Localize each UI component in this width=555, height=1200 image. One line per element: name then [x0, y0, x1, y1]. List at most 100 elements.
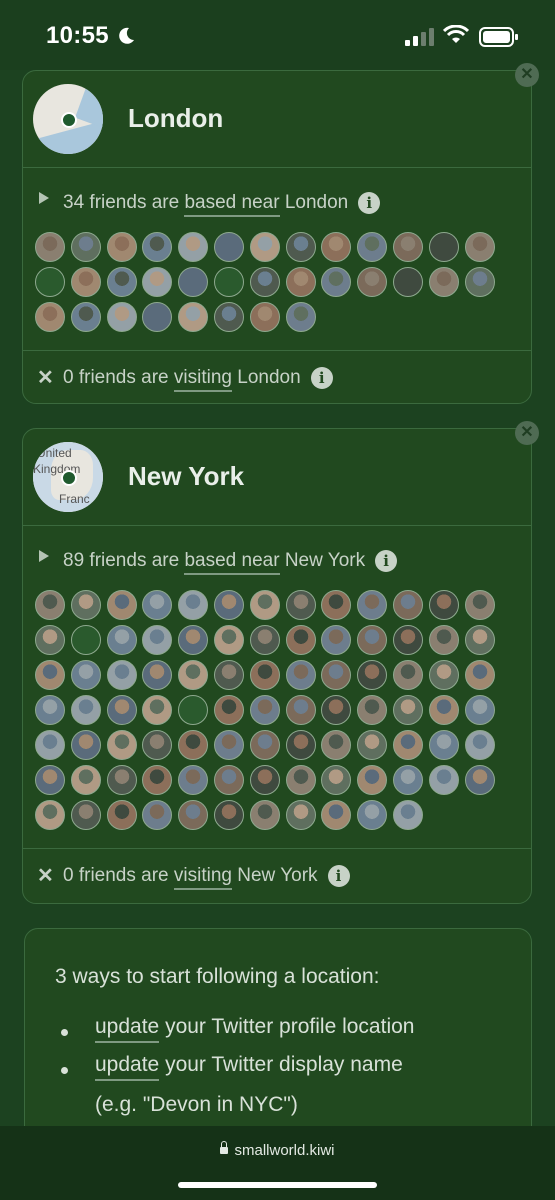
- friend-avatar[interactable]: [70, 267, 101, 297]
- friend-avatar[interactable]: [35, 800, 65, 830]
- friend-avatar[interactable]: [428, 660, 459, 690]
- friend-avatar[interactable]: [249, 302, 280, 332]
- friend-avatar[interactable]: [321, 232, 352, 262]
- friend-avatar[interactable]: [106, 695, 137, 725]
- friend-avatar[interactable]: [249, 765, 280, 795]
- friend-avatar[interactable]: [249, 730, 280, 760]
- friend-avatar[interactable]: [142, 232, 173, 262]
- info-icon[interactable]: i: [310, 367, 333, 389]
- map-thumbnail[interactable]: [33, 84, 103, 154]
- friend-avatar[interactable]: [285, 302, 316, 332]
- friend-avatar[interactable]: [428, 765, 459, 795]
- friend-avatar[interactable]: [70, 695, 101, 725]
- map-thumbnail[interactable]: United Kingdom Franc: [33, 442, 103, 512]
- friend-avatar[interactable]: [213, 625, 244, 655]
- update-link[interactable]: update: [95, 1053, 160, 1081]
- friend-avatar[interactable]: [392, 730, 423, 760]
- friend-avatar[interactable]: [106, 267, 137, 297]
- friend-avatar[interactable]: [142, 625, 173, 655]
- friend-avatar[interactable]: [285, 267, 316, 297]
- friend-avatar[interactable]: [321, 800, 352, 830]
- friend-avatar[interactable]: [464, 590, 495, 620]
- friend-avatar[interactable]: [249, 232, 280, 262]
- friend-avatar[interactable]: [70, 302, 101, 332]
- visiting-row[interactable]: ✕ 0 friends are visiting New York i: [23, 849, 531, 903]
- friend-avatar[interactable]: [464, 625, 495, 655]
- friend-avatar[interactable]: [285, 660, 316, 690]
- friend-avatar[interactable]: [213, 232, 244, 262]
- friend-avatar[interactable]: [428, 267, 459, 297]
- friend-avatar[interactable]: [357, 695, 388, 725]
- friend-avatar[interactable]: [249, 590, 280, 620]
- friend-avatar[interactable]: [285, 765, 316, 795]
- friend-avatar[interactable]: [142, 800, 173, 830]
- friend-avatar[interactable]: [357, 765, 388, 795]
- friend-avatar[interactable]: [70, 232, 101, 262]
- friend-avatar[interactable]: [392, 695, 423, 725]
- friend-avatar[interactable]: [106, 730, 137, 760]
- friend-avatar[interactable]: [35, 590, 65, 620]
- friend-avatar[interactable]: [249, 800, 280, 830]
- friend-avatar[interactable]: [392, 765, 423, 795]
- friend-avatar[interactable]: [357, 800, 388, 830]
- based-near-link[interactable]: based near: [184, 550, 280, 576]
- friend-avatar[interactable]: [178, 267, 209, 297]
- friend-avatar[interactable]: [178, 800, 209, 830]
- friend-avatar[interactable]: [178, 232, 209, 262]
- friend-avatar[interactable]: [464, 660, 495, 690]
- home-indicator[interactable]: [178, 1182, 377, 1188]
- friend-avatar[interactable]: [428, 590, 459, 620]
- friend-avatar[interactable]: [321, 730, 352, 760]
- update-link[interactable]: update: [95, 1015, 160, 1043]
- friend-avatar[interactable]: [392, 232, 423, 262]
- based-near-toggle[interactable]: 89 friends are based near New York i: [23, 538, 531, 578]
- friend-avatar[interactable]: [35, 267, 65, 297]
- friend-avatar[interactable]: [357, 232, 388, 262]
- friend-avatar[interactable]: [357, 590, 388, 620]
- friend-avatar[interactable]: [213, 695, 244, 725]
- friend-avatar[interactable]: [357, 625, 388, 655]
- friend-avatar[interactable]: [464, 730, 495, 760]
- friend-avatar[interactable]: [213, 660, 244, 690]
- info-icon[interactable]: i: [358, 192, 381, 214]
- visiting-link[interactable]: visiting: [173, 865, 232, 891]
- friend-avatar[interactable]: [321, 267, 352, 297]
- friend-avatar[interactable]: [106, 625, 137, 655]
- friend-avatar[interactable]: [392, 800, 423, 830]
- friend-avatar[interactable]: [249, 660, 280, 690]
- friend-avatar[interactable]: [35, 695, 65, 725]
- friend-avatar[interactable]: [106, 660, 137, 690]
- friend-avatar[interactable]: [35, 302, 65, 332]
- friend-avatar[interactable]: [142, 590, 173, 620]
- friend-avatar[interactable]: [70, 730, 101, 760]
- friend-avatar[interactable]: [464, 765, 495, 795]
- friend-avatar[interactable]: [142, 765, 173, 795]
- visiting-link[interactable]: visiting: [173, 367, 232, 393]
- friend-avatar[interactable]: [142, 695, 173, 725]
- friend-avatar[interactable]: [428, 232, 459, 262]
- address-bar[interactable]: smallworld.kiwi: [0, 1141, 555, 1159]
- friend-avatar[interactable]: [213, 765, 244, 795]
- friend-avatar[interactable]: [321, 765, 352, 795]
- friend-avatar[interactable]: [178, 302, 209, 332]
- friend-avatar[interactable]: [213, 302, 244, 332]
- friend-avatar[interactable]: [392, 625, 423, 655]
- friend-avatar[interactable]: [142, 730, 173, 760]
- friend-avatar[interactable]: [428, 625, 459, 655]
- friend-avatar[interactable]: [178, 695, 209, 725]
- friend-avatar[interactable]: [213, 590, 244, 620]
- friend-avatar[interactable]: [285, 232, 316, 262]
- friend-avatar[interactable]: [35, 232, 65, 262]
- friend-avatar[interactable]: [35, 765, 65, 795]
- friend-avatar[interactable]: [321, 660, 352, 690]
- friend-avatar[interactable]: [249, 267, 280, 297]
- friend-avatar[interactable]: [70, 765, 101, 795]
- friend-avatar[interactable]: [428, 730, 459, 760]
- friend-avatar[interactable]: [178, 660, 209, 690]
- friend-avatar[interactable]: [178, 765, 209, 795]
- friend-avatar[interactable]: [70, 590, 101, 620]
- friend-avatar[interactable]: [35, 660, 65, 690]
- friend-avatar[interactable]: [70, 660, 101, 690]
- friend-avatar[interactable]: [285, 695, 316, 725]
- friend-avatar[interactable]: [464, 267, 495, 297]
